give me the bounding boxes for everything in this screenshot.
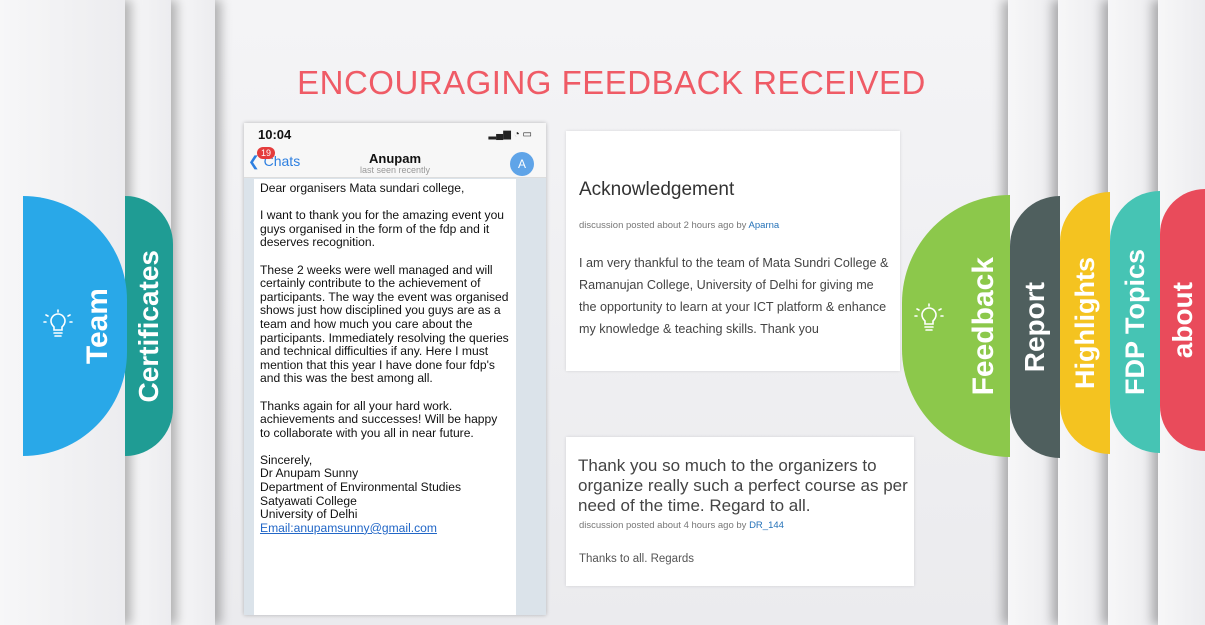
card-title: Thank you so much to the organizers to o… (578, 456, 908, 515)
tab-fdp-topics[interactable]: FDP Topics (1110, 191, 1160, 453)
email-link[interactable]: Email:anupamsunny@gmail.com (260, 521, 437, 535)
feedback-card: Thank you so much to the organizers to o… (566, 437, 914, 586)
tab-report[interactable]: Report (1010, 196, 1060, 458)
slide: Team Certificates Feedback Report Highli… (0, 0, 1205, 625)
tab-about-label: about (1166, 281, 1198, 359)
tab-highlights-label: Highlights (1069, 257, 1100, 389)
post-meta: discussion posted about 4 hours ago by D… (579, 520, 784, 531)
author-link[interactable]: Aparna (749, 220, 780, 231)
post-meta: discussion posted about 2 hours ago by A… (579, 220, 780, 231)
tab-highlights[interactable]: Highlights (1060, 192, 1110, 454)
tab-team-label: Team (81, 287, 114, 365)
tab-certificates-label: Certificates (133, 249, 164, 403)
status-bar: 10:04 ▂▄▆ ◔ ▭ (244, 123, 546, 145)
card-title: Acknowledgement (579, 179, 735, 200)
page-strip (171, 0, 215, 625)
message-bubble: Dear organisers Mata sundari college, I … (254, 179, 516, 615)
signal-battery-icon: ▂▄▆ ◔ ▭ (488, 129, 532, 140)
contact-name: Anupam (369, 151, 421, 166)
lightbulb-icon (914, 303, 944, 331)
tab-fdp-topics-label: FDP Topics (1119, 248, 1150, 396)
tab-about[interactable]: about (1160, 189, 1205, 451)
status-time: 10:04 (258, 127, 292, 142)
tab-feedback-label: Feedback (967, 256, 1000, 396)
tab-certificates[interactable]: Certificates (125, 196, 173, 456)
feedback-card: Acknowledgement discussion posted about … (566, 131, 900, 371)
avatar[interactable]: A (510, 152, 534, 176)
contact-status: last seen recently (359, 165, 431, 175)
card-body: Thanks to all. Regards (579, 553, 695, 565)
message-text: Dear organisers Mata sundari college, I … (260, 181, 509, 522)
lightbulb-icon (43, 309, 73, 337)
page-title: ENCOURAGING FEEDBACK RECEIVED (297, 64, 926, 101)
card-body: I am very thankful to the team of Mata S… (579, 256, 889, 336)
author-link[interactable]: DR_144 (749, 520, 784, 531)
chat-screenshot: 10:04 ▂▄▆ ◔ ▭ ❮ Chats 19 Anupam last see… (244, 123, 546, 615)
chat-header: ❮ Chats 19 Anupam last seen recently A (244, 145, 546, 178)
tab-report-label: Report (1019, 281, 1050, 373)
